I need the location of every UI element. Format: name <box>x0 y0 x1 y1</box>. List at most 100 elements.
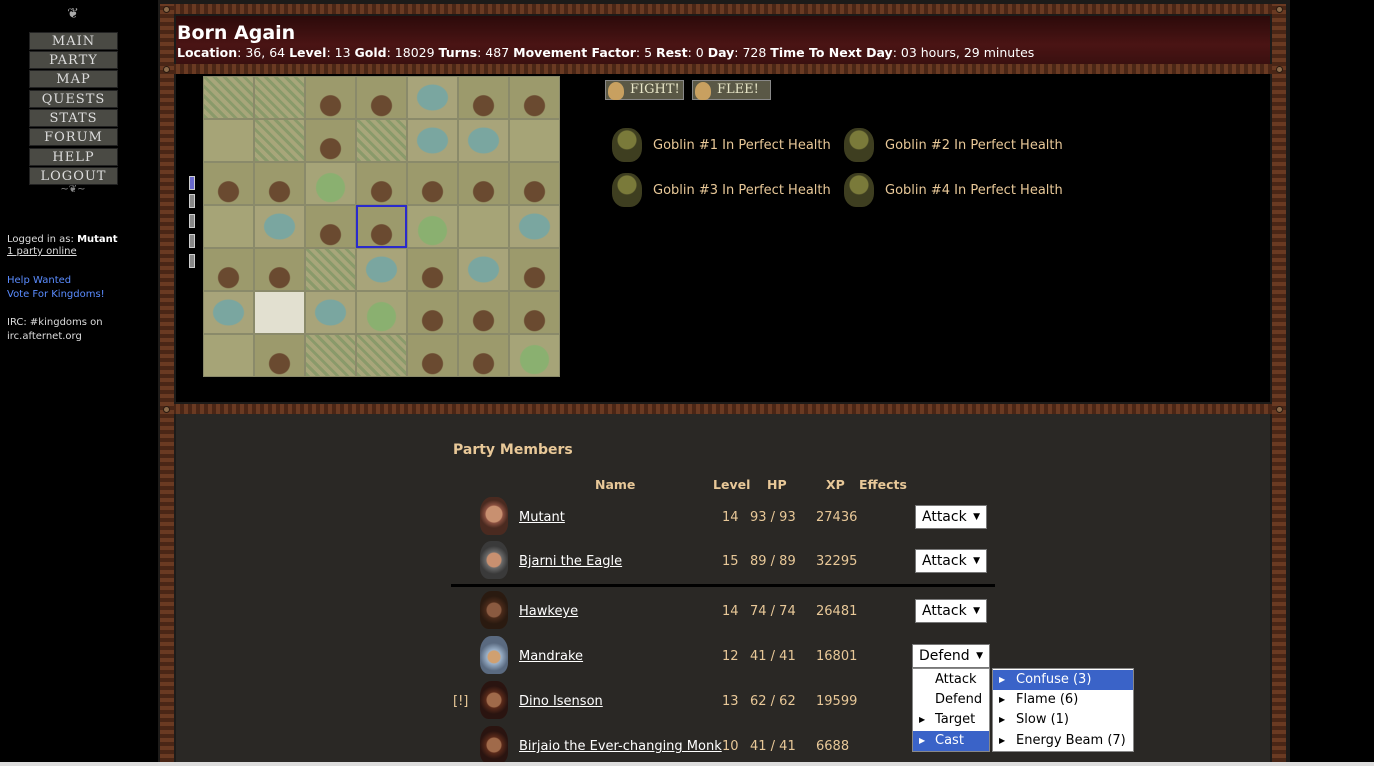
map-tile-hill[interactable] <box>509 334 560 377</box>
map-tile-water[interactable] <box>509 205 560 248</box>
map-tile-mtn[interactable] <box>407 334 458 377</box>
map-tile-mtn[interactable] <box>254 162 305 205</box>
nav-map[interactable]: MAP <box>29 70 118 88</box>
map-tile-water[interactable] <box>458 248 509 291</box>
map-tile-water[interactable] <box>254 205 305 248</box>
chevron-down-icon: ▼ <box>973 606 980 616</box>
menu-item-cast[interactable]: ▶ Cast <box>913 731 989 751</box>
map-tile-mtn[interactable] <box>203 162 254 205</box>
nav-stats[interactable]: STATS <box>29 109 118 127</box>
action-value: Attack <box>922 603 967 619</box>
nav-forum[interactable]: FORUM <box>29 128 118 146</box>
map-tile-mtn[interactable] <box>305 119 356 162</box>
map-tile-mtn[interactable] <box>407 162 458 205</box>
flee-button[interactable]: FLEE! <box>692 80 771 100</box>
map-tile-mtn[interactable] <box>509 162 560 205</box>
fight-button[interactable]: FIGHT! <box>605 80 684 100</box>
nav-quests[interactable]: QUESTS <box>29 90 118 108</box>
map-tile-mtn[interactable] <box>509 248 560 291</box>
monster-2[interactable]: Goblin #2 In Perfect Health <box>885 138 1063 153</box>
menu-item-target[interactable]: ▶ Target <box>913 710 989 730</box>
spell-slow[interactable]: ▶ Slow (1) <box>993 710 1133 730</box>
stud <box>1276 406 1283 413</box>
action-select[interactable]: Attack ▼ <box>915 549 987 573</box>
map-tile-grass[interactable] <box>203 119 254 162</box>
map-tile-mtn[interactable] <box>203 248 254 291</box>
map-tile-grass[interactable] <box>203 334 254 377</box>
status-line: Location: 36, 64 Level: 13 Gold: 18029 T… <box>177 45 1034 60</box>
spell-energy-beam[interactable]: ▶ Energy Beam (7) <box>993 731 1133 751</box>
map-tile-town[interactable] <box>254 291 305 334</box>
rest-value: : 0 <box>687 45 708 60</box>
map-tile-mtn[interactable] <box>458 291 509 334</box>
map-tile-forest[interactable] <box>254 76 305 119</box>
member-name[interactable]: Birjaio the Ever-changing Monk <box>519 739 722 754</box>
map-tile-mtn[interactable] <box>356 162 407 205</box>
help-wanted-link[interactable]: Help Wanted <box>7 275 71 286</box>
party-online-link[interactable]: 1 party online <box>7 246 77 257</box>
map-zoom-level-5[interactable] <box>189 254 195 268</box>
map-tile-mtn[interactable] <box>356 205 407 248</box>
map-tile-forest[interactable] <box>305 248 356 291</box>
map-tile-mtn[interactable] <box>305 205 356 248</box>
spell-confuse[interactable]: ▶ Confuse (3) <box>993 670 1133 690</box>
nav-main[interactable]: MAIN <box>29 32 118 50</box>
map-zoom-level-2[interactable] <box>189 194 195 208</box>
action-select[interactable]: Attack ▼ <box>915 599 987 623</box>
member-name[interactable]: Mutant <box>519 510 565 525</box>
action-select-open[interactable]: Defend ▼ <box>912 644 990 668</box>
map-tile-mtn[interactable] <box>509 291 560 334</box>
map-tile-hill[interactable] <box>356 291 407 334</box>
map-tile-forest[interactable] <box>254 119 305 162</box>
map-tile-water[interactable] <box>356 248 407 291</box>
member-name[interactable]: Bjarni the Eagle <box>519 554 622 569</box>
browser-status-bar <box>0 762 1374 766</box>
map-tile-mtn[interactable] <box>254 248 305 291</box>
monster-3[interactable]: Goblin #3 In Perfect Health <box>653 183 831 198</box>
rail-right <box>1272 4 1286 766</box>
map-tile-mtn[interactable] <box>407 248 458 291</box>
map-tile-forest[interactable] <box>203 76 254 119</box>
map-tile-grass[interactable] <box>203 205 254 248</box>
map-zoom-level-3[interactable] <box>189 214 195 228</box>
menu-item-label: Defend <box>935 692 983 707</box>
map-tile-mtn[interactable] <box>305 76 356 119</box>
map-tile-forest[interactable] <box>356 334 407 377</box>
monster-1[interactable]: Goblin #1 In Perfect Health <box>653 138 831 153</box>
menu-item-defend[interactable]: Defend <box>913 690 989 710</box>
spell-flame[interactable]: ▶ Flame (6) <box>993 690 1133 710</box>
member-name[interactable]: Dino Isenson <box>519 694 603 709</box>
crest-ornament: ❦ <box>67 6 79 22</box>
map-tile-forest[interactable] <box>356 119 407 162</box>
nav-help[interactable]: HELP <box>29 148 118 166</box>
map-zoom-level-1[interactable] <box>189 176 195 190</box>
map-tile-hill[interactable] <box>305 162 356 205</box>
map-tile-mtn[interactable] <box>254 334 305 377</box>
map-tile-water[interactable] <box>458 119 509 162</box>
map-tile-mtn[interactable] <box>458 76 509 119</box>
menu-item-attack[interactable]: Attack <box>913 670 989 690</box>
map-tile-mtn[interactable] <box>356 76 407 119</box>
map-tile-grass[interactable] <box>509 119 560 162</box>
map-tile-hill[interactable] <box>407 205 458 248</box>
stud <box>1276 6 1283 13</box>
map-tile-forest[interactable] <box>305 334 356 377</box>
map-tile-water[interactable] <box>407 119 458 162</box>
nav-party[interactable]: PARTY <box>29 51 118 69</box>
map-zoom-level-4[interactable] <box>189 234 195 248</box>
vote-link[interactable]: Vote For Kingdoms! <box>7 289 105 300</box>
map-tile-mtn[interactable] <box>509 76 560 119</box>
action-select[interactable]: Attack ▼ <box>915 505 987 529</box>
map-tile-mtn[interactable] <box>458 162 509 205</box>
nav-logout[interactable]: LOGOUT <box>29 167 118 185</box>
rest-label: Rest <box>656 45 688 60</box>
map-tile-grass[interactable] <box>458 205 509 248</box>
map-tile-mtn[interactable] <box>458 334 509 377</box>
map-tile-water[interactable] <box>305 291 356 334</box>
map-tile-water[interactable] <box>203 291 254 334</box>
map-tile-water[interactable] <box>407 76 458 119</box>
map-tile-mtn[interactable] <box>407 291 458 334</box>
monster-4[interactable]: Goblin #4 In Perfect Health <box>885 183 1063 198</box>
member-name[interactable]: Mandrake <box>519 649 583 664</box>
member-name[interactable]: Hawkeye <box>519 604 578 619</box>
